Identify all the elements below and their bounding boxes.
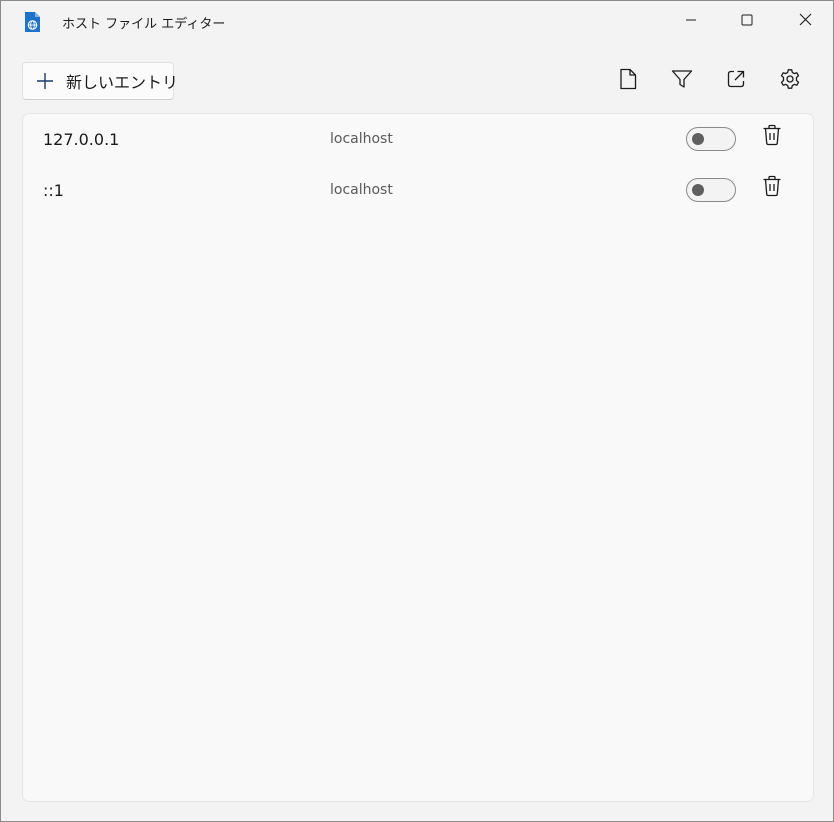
entry-enabled-toggle[interactable]	[686, 127, 736, 151]
entry-row[interactable]: ::1 localhost	[23, 165, 813, 215]
hosts-file-icon	[23, 11, 41, 33]
title-bar[interactable]: ホスト ファイル エディター	[1, 1, 833, 41]
delete-entry-button[interactable]	[760, 175, 784, 201]
gear-icon	[779, 68, 801, 94]
toggle-knob	[692, 184, 704, 196]
window-title: ホスト ファイル エディター	[62, 17, 226, 32]
entry-row[interactable]: 127.0.0.1 localhost	[23, 114, 813, 164]
entry-host: localhost	[330, 182, 393, 198]
maximize-icon	[741, 11, 753, 30]
entries-list: 127.0.0.1 localhost ::1 localhost	[22, 113, 814, 802]
trash-icon	[762, 124, 782, 150]
open-hosts-file-button[interactable]	[612, 65, 644, 97]
file-icon	[619, 68, 637, 94]
new-entry-button[interactable]: 新しいエントリ	[22, 62, 178, 100]
delete-entry-button[interactable]	[760, 124, 784, 150]
open-external-button[interactable]	[720, 65, 752, 97]
new-entry-label: 新しいエントリ	[66, 73, 179, 92]
trash-icon	[762, 175, 782, 201]
close-button[interactable]	[777, 1, 833, 39]
plus-icon	[36, 72, 54, 90]
entry-address: 127.0.0.1	[43, 130, 120, 149]
app-window: ホスト ファイル エディター 新しいエントリ 127.0.0.1 localho…	[0, 0, 834, 822]
entry-address: ::1	[43, 181, 64, 200]
minimize-icon	[685, 11, 697, 30]
close-icon	[799, 11, 812, 30]
minimize-button[interactable]	[663, 1, 719, 39]
open-external-icon	[726, 69, 746, 93]
maximize-button[interactable]	[719, 1, 775, 39]
filter-button[interactable]	[666, 65, 698, 97]
filter-icon	[671, 69, 693, 93]
settings-button[interactable]	[774, 65, 806, 97]
toggle-knob	[692, 133, 704, 145]
entry-enabled-toggle[interactable]	[686, 178, 736, 202]
entry-host: localhost	[330, 131, 393, 147]
